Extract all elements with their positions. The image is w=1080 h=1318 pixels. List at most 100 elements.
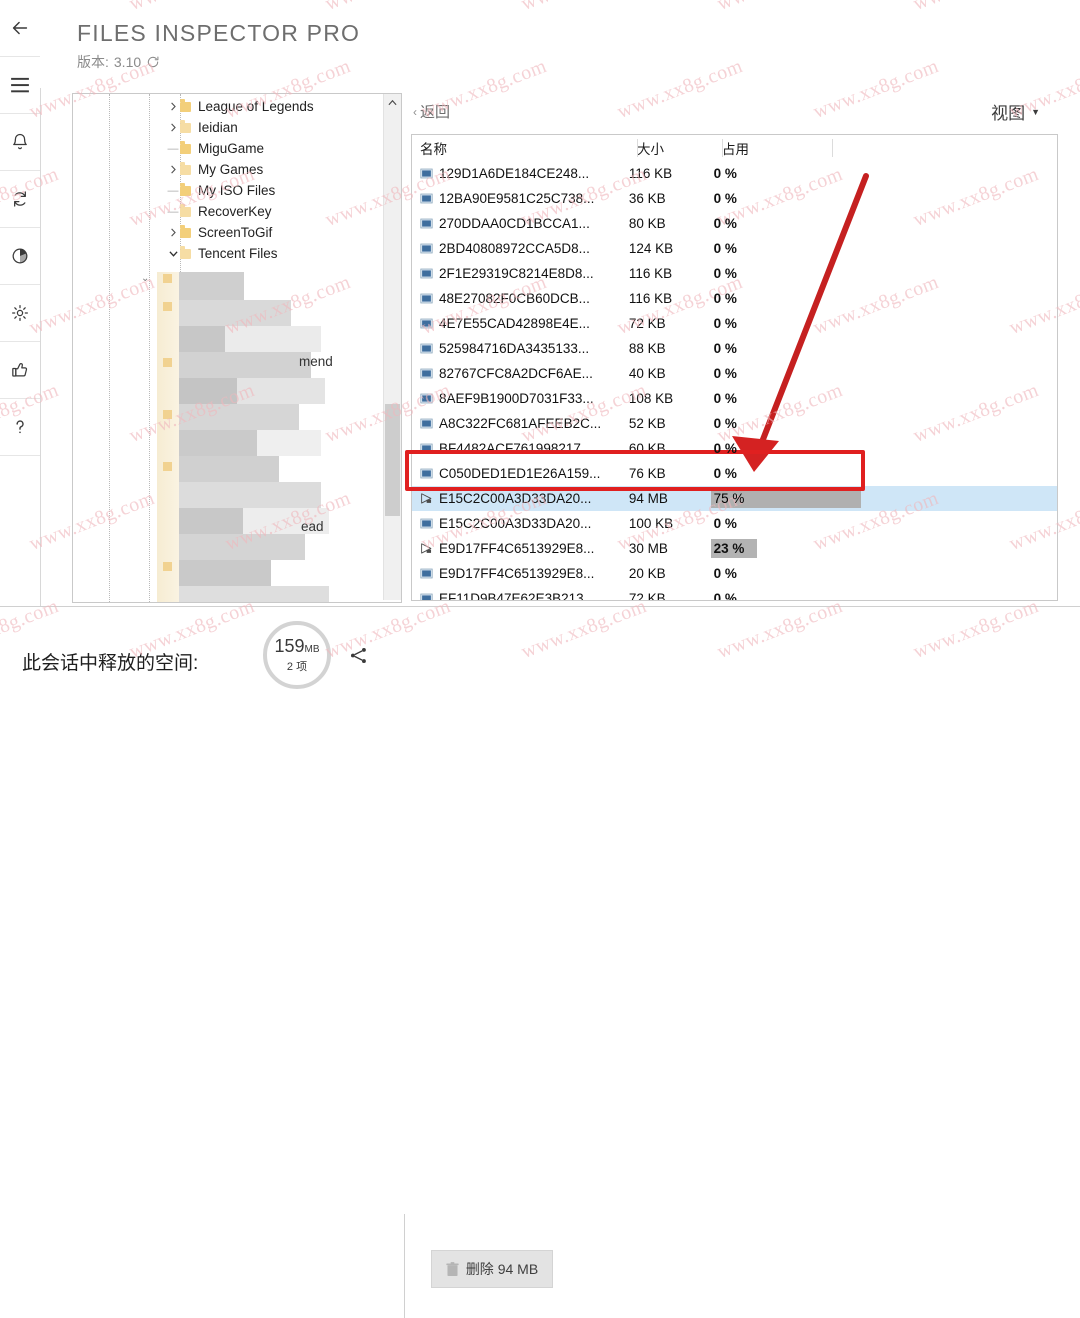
tree-item-my-iso-files[interactable]: — My ISO Files <box>73 180 383 201</box>
question-mark-icon <box>16 420 24 434</box>
table-row[interactable]: 48E27082F0CB60DCB... 116 KB 0 % <box>412 286 1057 311</box>
tree-expander[interactable] <box>166 123 180 132</box>
usage-percent: 0 % <box>713 241 737 256</box>
sidebar-item-disk-usage[interactable] <box>0 228 40 285</box>
folder-tree-panel[interactable]: League of Legends Ieidian — MiguGame My Game… <box>72 93 402 603</box>
file-usage-cell: 0 % <box>711 311 1057 336</box>
back-button[interactable] <box>0 0 40 57</box>
tree-expander[interactable] <box>166 250 180 257</box>
sidebar-item-notifications[interactable] <box>0 114 40 171</box>
sidebar-item-feedback[interactable] <box>0 342 40 399</box>
file-usage-cell: 0 % <box>711 211 1057 236</box>
tree-scrollbar[interactable] <box>383 94 401 600</box>
sidebar-item-settings[interactable] <box>0 285 40 342</box>
table-row[interactable]: E15C2C00A3D33DA20... 100 KB 0 % <box>412 511 1057 536</box>
sidebar-item-sync[interactable] <box>0 171 40 228</box>
usage-percent: 0 % <box>713 516 737 531</box>
table-row[interactable]: 270DDAA0CD1BCCA1... 80 KB 0 % <box>412 211 1057 236</box>
chevron-right-icon <box>170 165 176 174</box>
table-row[interactable]: 4E7E55CAD42898E4E... 72 KB 0 % <box>412 311 1057 336</box>
table-row[interactable]: 129D1A6DE184CE248... 116 KB 0 % <box>412 161 1057 186</box>
table-row[interactable]: 82767CFC8A2DCF6AE... 40 KB 0 % <box>412 361 1057 386</box>
column-header-size[interactable]: 大小 <box>637 138 722 158</box>
table-row[interactable]: E9D17FF4C6513929E8... 20 KB 0 % <box>412 561 1057 586</box>
file-name-cell: 525984716DA3435133... <box>412 341 629 356</box>
tree-expander[interactable] <box>166 165 180 174</box>
file-size-cell: 94 MB <box>628 491 668 506</box>
file-size-cell: 116 KB <box>628 166 673 181</box>
usage-percent: 0 % <box>713 341 737 356</box>
tree-item-screentogif[interactable]: ScreenToGif <box>73 222 383 243</box>
tree-item-tencent-files[interactable]: Tencent Files <box>73 243 383 264</box>
usage-percent: 0 % <box>713 266 737 281</box>
file-icon <box>420 243 433 254</box>
file-name: E15C2C00A3D33DA20... <box>439 491 592 506</box>
share-button[interactable] <box>348 645 369 671</box>
delete-button[interactable]: 删除 94 MB <box>431 1250 553 1288</box>
tree-item-label: Tencent Files <box>198 246 278 261</box>
tree-row-list: League of Legends Ieidian — MiguGame My Game… <box>73 96 383 264</box>
file-list-header: 名称 大小 占用 <box>412 135 1057 161</box>
tree-expander[interactable] <box>166 102 180 111</box>
file-icon <box>420 268 433 279</box>
file-size-cell: 20 KB <box>628 566 666 581</box>
tree-item-my-games[interactable]: My Games <box>73 159 383 180</box>
tree-item-recoverkey[interactable]: — RecoverKey <box>73 201 383 222</box>
table-row[interactable]: 12BA90E9581C25C738... 36 KB 0 % <box>412 186 1057 211</box>
back-arrow-icon <box>12 21 28 35</box>
file-usage-cell: 0 % <box>711 336 1057 361</box>
usage-percent: 0 % <box>713 216 737 231</box>
usage-percent: 0 % <box>713 466 737 481</box>
censored-tree-region: ⌄ mend ead <box>73 272 383 602</box>
tree-scroll-thumb[interactable] <box>385 404 400 516</box>
table-row[interactable]: EF11D9B47E62E3B213... 72 KB 0 % <box>412 586 1057 600</box>
folder-icon <box>180 204 191 217</box>
file-size-cell: 30 MB <box>628 541 668 556</box>
file-size-cell: 52 KB <box>628 416 666 431</box>
file-name-cell: E9D17FF4C6513929E8... <box>412 541 629 556</box>
file-usage-cell: 0 % <box>711 586 1057 600</box>
tree-expander[interactable] <box>166 228 180 237</box>
share-icon <box>350 647 366 664</box>
version-refresh-button[interactable] <box>146 55 160 69</box>
tree-scroll-up-button[interactable] <box>384 94 401 111</box>
file-icon <box>420 318 433 329</box>
tree-item-league-of-legends[interactable]: League of Legends <box>73 96 383 117</box>
table-row[interactable]: 8AEF9B1900D7031F33... 108 KB 0 % <box>412 386 1057 411</box>
delete-button-label: 删除 94 MB <box>465 1261 539 1277</box>
thumbs-up-icon <box>12 363 28 377</box>
view-dropdown[interactable]: 视图 ▼ <box>991 99 1040 124</box>
file-name-cell: 48E27082F0CB60DCB... <box>412 291 629 306</box>
file-usage-cell: 0 % <box>711 411 1057 436</box>
usage-percent: 75 % <box>713 491 745 506</box>
table-row[interactable]: A8C322FC681AFEEB2C... 52 KB 0 % <box>412 411 1057 436</box>
menu-button[interactable] <box>0 57 40 114</box>
tree-item-migugame[interactable]: — MiguGame <box>73 138 383 159</box>
file-name: 82767CFC8A2DCF6AE... <box>439 366 593 381</box>
file-icon <box>420 193 433 204</box>
file-row-list: 129D1A6DE184CE248... 116 KB 0 % 12BA90E9581… <box>412 161 1057 600</box>
table-row[interactable]: 2BD40808972CCA5D8... 124 KB 0 % <box>412 236 1057 261</box>
table-row[interactable]: E9D17FF4C6513929E8... 30 MB 23 % <box>412 536 1057 561</box>
sidebar-item-help[interactable] <box>0 399 40 456</box>
file-size-cell: 100 KB <box>628 516 674 531</box>
file-name: 48E27082F0CB60DCB... <box>439 291 590 306</box>
version-label: 版本: <box>77 54 109 70</box>
red-highlight-box <box>405 450 865 491</box>
caret-down-icon: ▼ <box>1031 106 1040 117</box>
file-name: 270DDAA0CD1BCCA1... <box>439 216 590 231</box>
back-navigation-button[interactable]: ‹ 返回 <box>413 101 450 122</box>
table-row[interactable]: 525984716DA3435133... 88 KB 0 % <box>412 336 1057 361</box>
freed-space-label: 此会话中释放的空间: <box>22 653 199 674</box>
tree-item-label: My Games <box>198 162 264 177</box>
column-header-usage[interactable]: 占用 <box>722 138 832 158</box>
tree-leaf-marker: — <box>167 184 179 197</box>
file-name: 8AEF9B1900D7031F33... <box>439 391 594 406</box>
column-header-name[interactable]: 名称 <box>412 138 637 158</box>
file-name: 525984716DA3435133... <box>439 341 590 356</box>
file-name-cell: 12BA90E9581C25C738... <box>412 191 629 206</box>
tree-item-ieidian[interactable]: Ieidian <box>73 117 383 138</box>
trash-icon <box>446 1261 459 1276</box>
file-name: 129D1A6DE184CE248... <box>439 166 590 181</box>
table-row[interactable]: 2F1E29319C8214E8D8... 116 KB 0 % <box>412 261 1057 286</box>
